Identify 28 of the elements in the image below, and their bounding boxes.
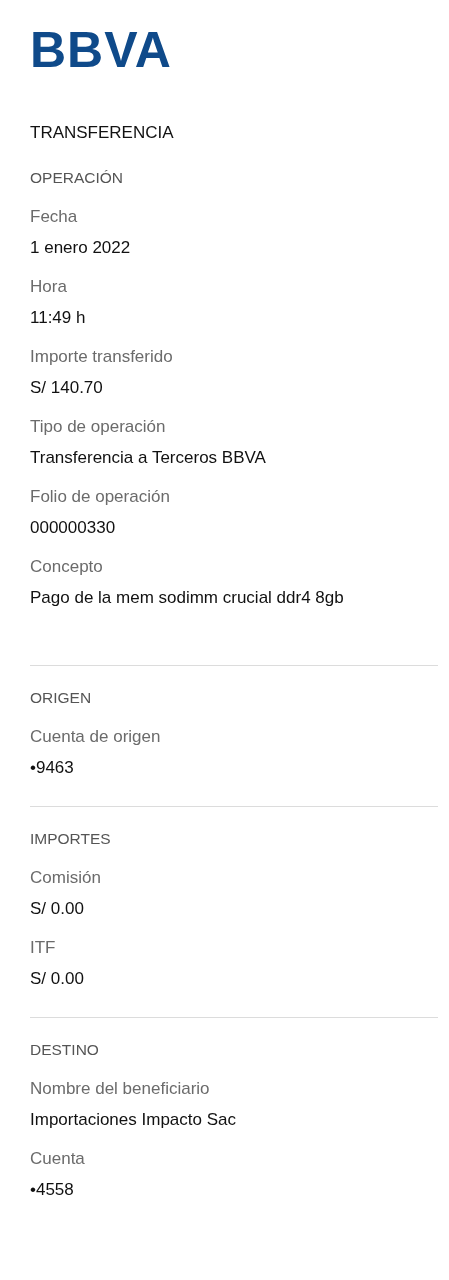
field-label: Folio de operación bbox=[30, 486, 171, 508]
field-value: Transferencia a Terceros BBVA bbox=[30, 447, 267, 469]
field-label: Hora bbox=[30, 276, 68, 298]
field-value: Pago de la mem sodimm crucial ddr4 8gb bbox=[30, 587, 345, 609]
field-label: Tipo de operación bbox=[30, 416, 167, 438]
field-label: Importe transferido bbox=[30, 346, 174, 368]
field-label: Comisión bbox=[30, 867, 102, 889]
field-value: S/ 0.00 bbox=[30, 968, 85, 990]
field-label: Cuenta de origen bbox=[30, 726, 162, 748]
section-heading: DESTINO bbox=[30, 1040, 100, 1060]
field-label: Cuenta bbox=[30, 1148, 86, 1170]
field-label: Concepto bbox=[30, 556, 104, 578]
field-value: 000000330 bbox=[30, 517, 117, 539]
section-heading: IMPORTES bbox=[30, 829, 112, 849]
section-heading: OPERACIÓN bbox=[30, 168, 124, 188]
field-value: 1 enero 2022 bbox=[30, 237, 132, 259]
field-value: •9463 bbox=[30, 757, 75, 779]
field-label: Fecha bbox=[30, 206, 79, 228]
bank-logo: BBVA bbox=[30, 24, 172, 76]
field-value: S/ 0.00 bbox=[30, 898, 85, 920]
page-title: TRANSFERENCIA bbox=[30, 122, 175, 144]
field-label: Nombre del beneficiario bbox=[30, 1078, 211, 1100]
field-value: 11:49 h bbox=[30, 307, 87, 329]
field-value: Importaciones Impacto Sac bbox=[30, 1109, 237, 1131]
field-value: •4558 bbox=[30, 1179, 75, 1201]
field-label: ITF bbox=[30, 937, 57, 959]
section-heading: ORIGEN bbox=[30, 688, 93, 708]
field-value: S/ 140.70 bbox=[30, 377, 104, 399]
